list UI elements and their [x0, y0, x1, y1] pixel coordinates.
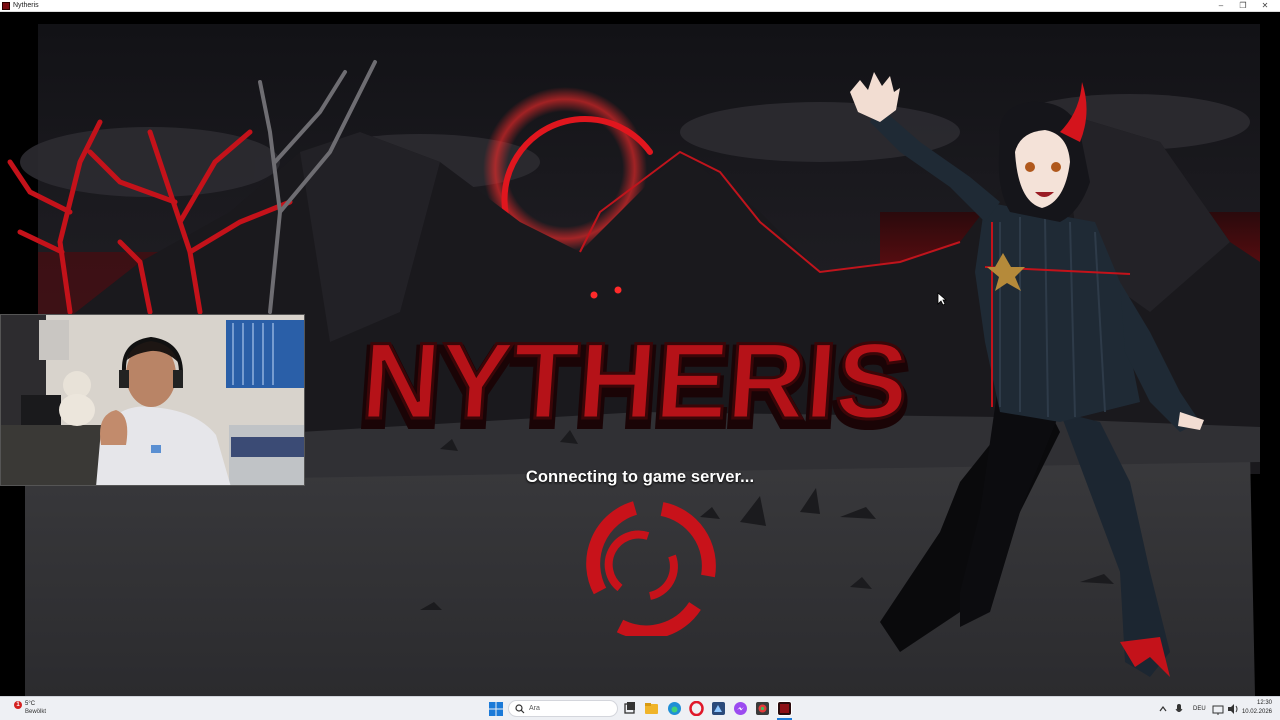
close-button[interactable]: ✕: [1254, 0, 1276, 12]
photos-icon[interactable]: [755, 701, 770, 716]
window-title-bar: Nytheris – ❐ ✕: [0, 0, 1280, 12]
svg-text:NYTHERIS: NYTHERIS: [358, 320, 912, 441]
input-language[interactable]: DEU: [1193, 706, 1206, 712]
minimize-button[interactable]: –: [1210, 0, 1232, 12]
clock-time[interactable]: 12:30: [1252, 700, 1272, 706]
start-icon[interactable]: [489, 702, 503, 716]
search-icon: [515, 704, 525, 714]
weather-condition: Bewölkt: [25, 709, 47, 715]
edge-icon[interactable]: [667, 701, 682, 716]
game-viewport[interactable]: NYTHERIS NYTHERIS Connecting to game ser…: [0, 12, 1280, 696]
window-title: Nytheris: [13, 2, 39, 9]
opera-icon[interactable]: [689, 701, 704, 716]
game-logo: NYTHERIS NYTHERIS: [353, 319, 917, 452]
loading-spinner-icon: [586, 501, 716, 636]
search-placeholder: Ara: [529, 705, 540, 712]
windows-taskbar: 1 5°C Bewölkt Ara DEU 12:30 10.02.2026: [0, 696, 1280, 720]
volume-icon[interactable]: [1227, 701, 1239, 717]
app-icon[interactable]: [711, 701, 726, 716]
clock-date[interactable]: 10.02.2026: [1240, 709, 1272, 715]
task-view-icon[interactable]: [622, 701, 637, 716]
connection-status-text: Connecting to game server...: [525, 468, 755, 486]
cursor-icon: [937, 292, 947, 306]
messenger-icon[interactable]: [733, 701, 748, 716]
maximize-button[interactable]: ❐: [1232, 0, 1254, 12]
nytheris-app-icon: [2, 2, 10, 10]
weather-temperature: 5°C: [25, 701, 36, 707]
file-explorer-icon[interactable]: [644, 701, 659, 716]
webcam-overlay: [0, 314, 305, 486]
weather-widget[interactable]: 1 5°C Bewölkt: [12, 700, 62, 718]
network-icon[interactable]: [1212, 701, 1224, 717]
microphone-icon[interactable]: [1174, 701, 1184, 717]
taskbar-search[interactable]: Ara: [508, 700, 618, 717]
webcam-feed: [1, 315, 304, 485]
nytheris-icon[interactable]: [777, 701, 792, 716]
notification-badge: 1: [14, 701, 22, 709]
chevron-up-icon[interactable]: [1158, 701, 1168, 717]
